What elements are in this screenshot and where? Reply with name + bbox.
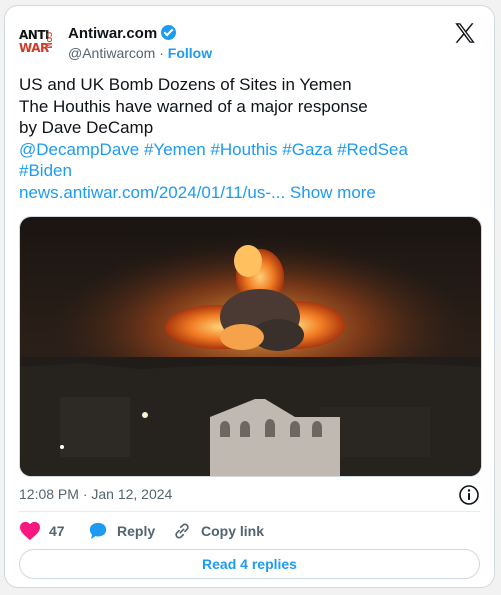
reply-bubble-icon — [89, 522, 107, 540]
link-icon — [175, 523, 189, 539]
author-avatar[interactable]: ANTI WAR .COM — [19, 22, 63, 62]
logo-text-com: .COM — [45, 30, 52, 49]
author-name-row[interactable]: Antiwar.com — [68, 25, 177, 42]
copy-link-button[interactable]: Copy link — [171, 520, 264, 542]
author-handle[interactable]: @Antiwarcom — [68, 45, 155, 61]
hashtag-biden[interactable]: #Biden — [19, 160, 479, 182]
author-name[interactable]: Antiwar.com — [68, 25, 157, 42]
tweet-line-byline: by Dave DeCamp — [19, 118, 154, 137]
reply-label: Reply — [117, 523, 156, 539]
action-bar: 47 Reply Copy link — [19, 520, 479, 544]
tweet-timestamp[interactable]: 12:08 PM · Jan 12, 2024 — [19, 486, 172, 502]
tweet-card: ANTI WAR .COM Antiwar.com @Antiwarcom · … — [4, 5, 495, 588]
mentions-hashtags[interactable]: @DecampDave #Yemen #Houthis #Gaza #RedSe… — [19, 139, 479, 161]
tweet-line-subtitle: The Houthis have warned of a major respo… — [19, 96, 368, 116]
info-icon[interactable] — [458, 484, 480, 506]
divider — [19, 511, 480, 512]
tweet-body: US and UK Bomb Dozens of Sites in Yemen … — [19, 74, 479, 203]
like-count: 47 — [49, 523, 65, 539]
like-button[interactable]: 47 — [19, 520, 65, 542]
handle-row: @Antiwarcom · Follow — [68, 45, 212, 61]
show-more-link[interactable]: Show more — [290, 183, 376, 202]
tweet-line-title: US and UK Bomb Dozens of Sites in Yemen — [19, 75, 352, 94]
follow-button[interactable]: Follow — [168, 45, 212, 61]
read-replies-label: Read 4 replies — [202, 556, 297, 572]
article-link[interactable]: news.antiwar.com/2024/01/11/us-... — [19, 183, 285, 202]
verified-badge-icon — [161, 25, 177, 40]
x-logo-icon[interactable] — [452, 20, 478, 46]
tweet-header: ANTI WAR .COM Antiwar.com @Antiwarcom · … — [19, 20, 480, 64]
reply-button[interactable]: Reply — [87, 520, 155, 542]
explosion-photo — [20, 217, 481, 476]
heart-icon — [20, 521, 40, 541]
tweet-image[interactable] — [19, 216, 482, 477]
copy-link-label: Copy link — [201, 523, 265, 539]
read-replies-button[interactable]: Read 4 replies — [19, 549, 480, 579]
separator-dot: · — [159, 45, 164, 61]
